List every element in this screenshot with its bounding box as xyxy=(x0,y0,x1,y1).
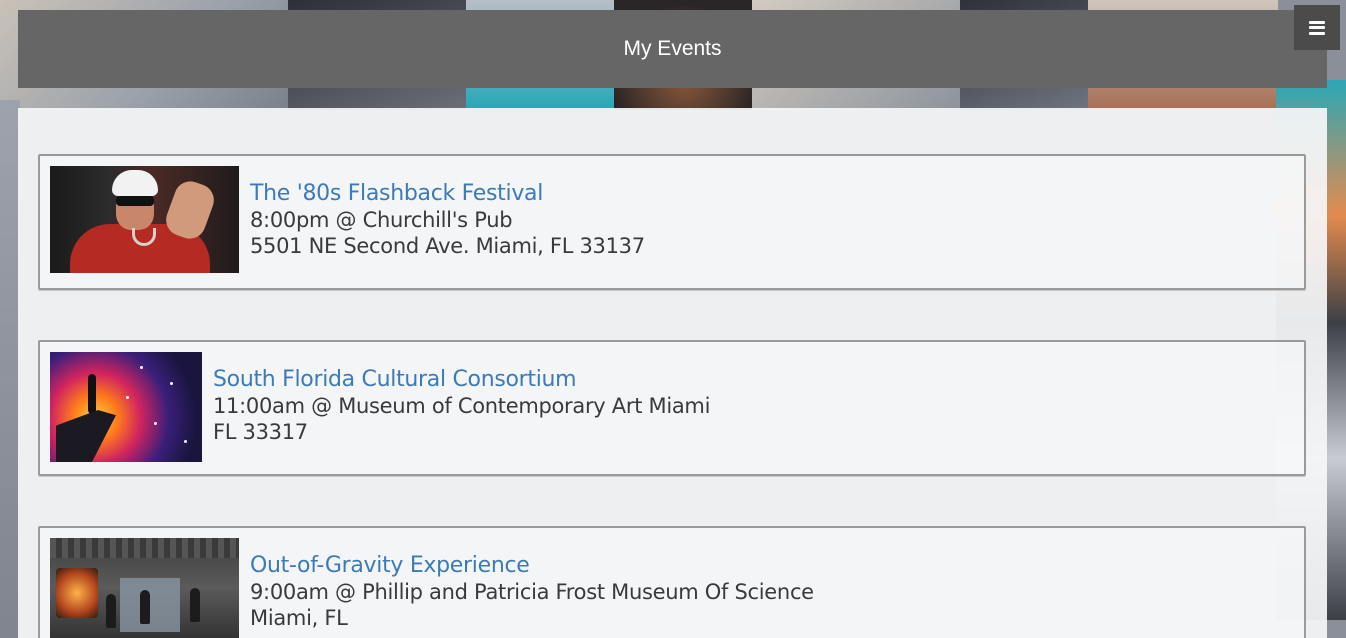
event-address: FL 33317 xyxy=(213,420,308,444)
event-address: Miami, FL xyxy=(250,606,348,630)
event-info: The '80s Flashback Festival 8:00pm @ Chu… xyxy=(250,166,645,259)
event-info: Out-of-Gravity Experience 9:00am @ Phill… xyxy=(250,538,814,631)
event-title-link[interactable]: Out-of-Gravity Experience xyxy=(250,553,814,579)
event-time-venue: 9:00am @ Phillip and Patricia Frost Muse… xyxy=(250,580,814,604)
event-time-venue: 11:00am @ Museum of Contemporary Art Mia… xyxy=(213,394,711,418)
hamburger-menu-icon xyxy=(1309,20,1325,35)
event-card[interactable]: The '80s Flashback Festival 8:00pm @ Chu… xyxy=(38,154,1306,290)
event-info: South Florida Cultural Consortium 11:00a… xyxy=(213,352,710,445)
event-card[interactable]: Out-of-Gravity Experience 9:00am @ Phill… xyxy=(38,526,1306,638)
page-header: My Events xyxy=(18,10,1327,88)
event-image[interactable] xyxy=(50,166,239,273)
event-time-venue: 8:00pm @ Churchill's Pub xyxy=(250,208,513,232)
event-image[interactable] xyxy=(50,352,202,462)
event-title-link[interactable]: The '80s Flashback Festival xyxy=(250,181,645,207)
event-image[interactable] xyxy=(50,538,239,638)
event-title-link[interactable]: South Florida Cultural Consortium xyxy=(213,367,710,393)
page-title: My Events xyxy=(623,37,722,60)
menu-button[interactable] xyxy=(1294,5,1340,50)
event-address: 5501 NE Second Ave. Miami, FL 33137 xyxy=(250,234,645,258)
event-card[interactable]: South Florida Cultural Consortium 11:00a… xyxy=(38,340,1306,476)
